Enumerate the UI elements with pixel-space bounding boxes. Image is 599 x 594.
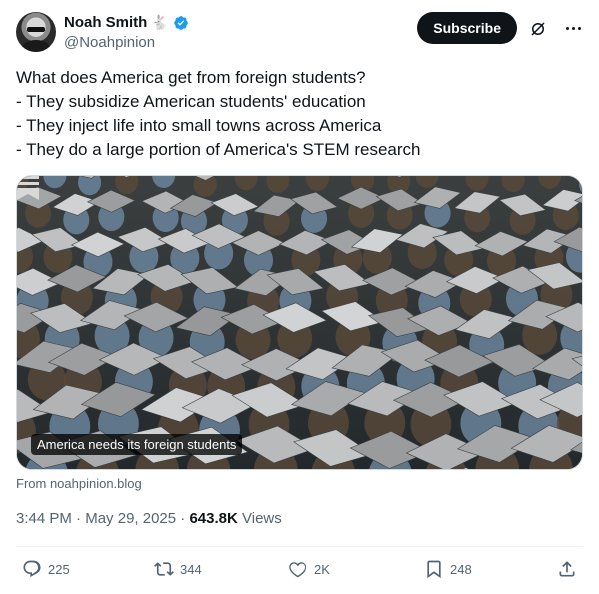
link-card[interactable]: America needs its foreign students [16, 175, 583, 470]
verified-badge-icon[interactable] [173, 15, 189, 31]
tweet-meta: 3:44 PM · May 29, 2025 · 643.8K Views [16, 510, 282, 527]
repost-count: 344 [180, 561, 202, 577]
share-icon [559, 561, 575, 577]
bookmark-count: 248 [450, 561, 472, 577]
grok-icon[interactable] [529, 20, 547, 38]
reply-button[interactable]: 225 [22, 559, 70, 579]
avatar-glasses [27, 27, 45, 32]
subscribe-button[interactable]: Subscribe [417, 12, 517, 44]
views-count: 643.8K [189, 510, 238, 527]
tweet-line: - They do a large portion of America's S… [16, 140, 421, 159]
like-count: 2K [314, 561, 330, 577]
heart-icon [289, 562, 307, 578]
reply-icon [23, 560, 41, 578]
tweet-date[interactable]: May 29, 2025 [85, 510, 176, 527]
divider [16, 546, 583, 547]
share-button[interactable] [557, 559, 577, 579]
author-handle[interactable]: @Noahpinion [64, 34, 155, 51]
reply-count: 225 [48, 561, 70, 577]
author-name-row: Noah Smith 🐇 [64, 14, 189, 31]
rabbit-icon: 🐇 [151, 14, 169, 30]
tweet-line: What does America get from foreign stude… [16, 68, 366, 87]
meta-separator: · [176, 510, 190, 527]
like-button[interactable]: 2K [288, 559, 330, 579]
tweet-header: Noah Smith 🐇 @Noahpinion Subscribe [16, 11, 583, 55]
author-name[interactable]: Noah Smith [64, 14, 147, 31]
tweet-line: - They inject life into small towns acro… [16, 116, 382, 135]
tweet-line: - They subsidize American students' educ… [16, 92, 366, 111]
card-title: America needs its foreign students [31, 434, 243, 455]
card-source[interactable]: From noahpinion.blog [16, 476, 142, 491]
action-bar: 225 344 2K 248 [16, 556, 583, 586]
tweet-text: What does America get from foreign stude… [16, 66, 583, 162]
tweet-time[interactable]: 3:44 PM [16, 510, 72, 527]
repost-icon [154, 562, 174, 576]
avatar-shirt [22, 40, 50, 52]
meta-separator: · [71, 510, 86, 527]
graduation-caps-image [17, 176, 582, 469]
card-bookmark-icon [17, 176, 39, 200]
bookmark-icon [427, 560, 441, 579]
more-options-icon[interactable] [563, 18, 583, 38]
bookmark-button[interactable]: 248 [424, 559, 472, 579]
views-label: Views [237, 510, 282, 527]
repost-button[interactable]: 344 [154, 559, 202, 579]
avatar[interactable] [16, 12, 56, 52]
